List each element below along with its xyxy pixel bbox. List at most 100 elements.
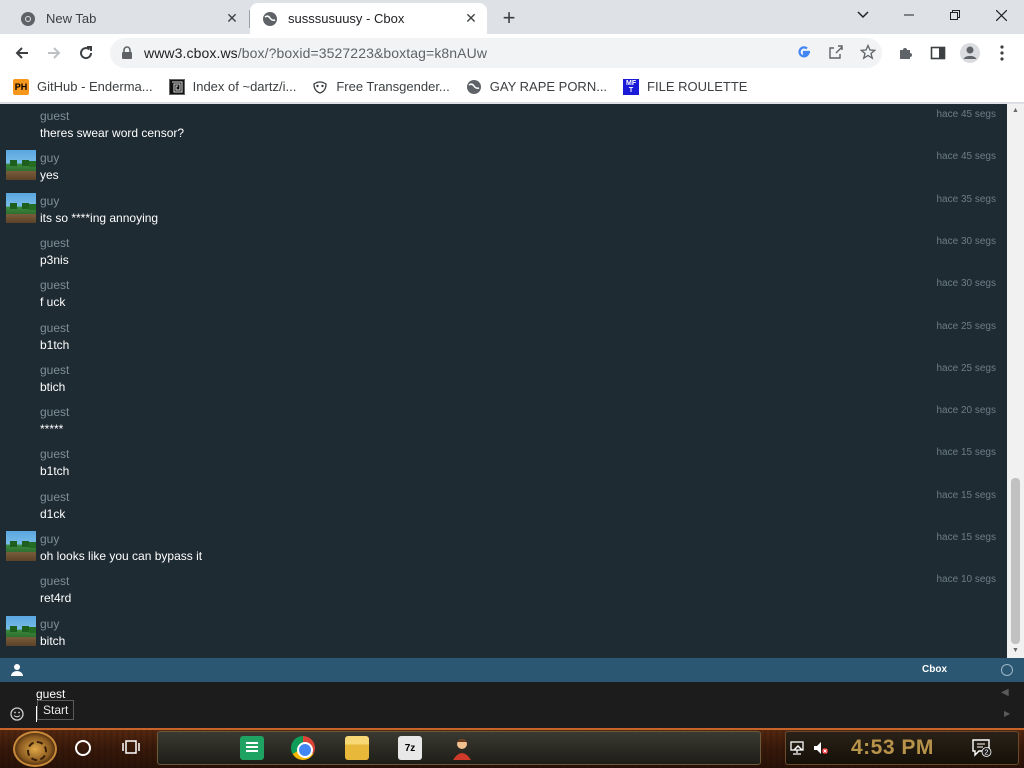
tab-title: susssusuusy - Cbox [288,11,405,26]
cbox-brand[interactable]: Cbox [922,664,947,675]
message-text: p3nis [40,252,69,267]
message-timestamp: hace 30 segs [936,278,997,290]
message-username[interactable]: guy [40,194,59,208]
chat-message: guest b1tch hace 25 segs [0,318,1006,360]
close-icon [995,9,1007,21]
message-username[interactable]: guest [40,447,69,461]
chat-message: guest ret4rd hace 10 segs [0,571,1006,613]
message-timestamp: hace 25 segs [936,320,997,332]
message-username[interactable]: guest [40,405,69,419]
bookmark-free[interactable]: Free Transgender... [312,79,450,95]
bookmark-index[interactable]: Index of ~dartz/i... [168,78,296,95]
message-username[interactable]: guest [40,363,69,377]
profile-button[interactable] [958,41,982,65]
task-view-icon[interactable] [122,738,140,756]
message-timestamp: hace 30 segs [936,235,997,247]
tab-search-button[interactable] [840,0,886,30]
chat-message: guest btich hace 25 segs [0,360,1006,402]
network-icon[interactable] [789,741,805,755]
tab-cbox[interactable]: susssusuusy - Cbox ✕ [250,3,487,34]
tab-title: New Tab [46,11,97,26]
google-icon[interactable] [796,44,812,60]
7zip-icon[interactable]: 7z [398,736,422,760]
bookmark-label: GitHub - Enderma... [37,79,153,94]
bookmark-label: FILE ROULETTE [647,79,748,94]
message-text: theres swear word censor? [40,126,185,140]
message-timestamp: hace 45 segs [936,151,997,163]
arrow-right-icon [48,47,61,59]
send-arrow-icon[interactable]: ▶ [1004,709,1010,718]
bookmark-github[interactable]: PH GitHub - Enderma... [13,78,153,95]
message-timestamp: hace 15 segs [936,447,997,459]
back-button[interactable] [8,39,36,67]
globe-icon [263,11,277,26]
message-input-area[interactable]: guest Start ◀ ▶ [0,682,1024,728]
minimize-button[interactable] [886,0,932,30]
message-text: b1tch [40,337,70,352]
sound-icon[interactable]: ◀ [1001,687,1013,699]
message-text: d1ck [40,506,66,521]
scroll-up-icon[interactable]: ▲ [1011,106,1020,114]
star-icon[interactable] [860,44,876,60]
message-timestamp: hace 35 segs [936,193,997,205]
bookmark-globe[interactable]: GAY RAPE PORN... [466,79,607,95]
url-text: www3.cbox.ws/box/?boxid=3527223&boxtag=k… [144,45,487,61]
chevron-down-icon [857,11,869,19]
side-panel-button[interactable] [926,41,950,65]
scrollbar[interactable]: ▲ ▼ [1007,104,1024,658]
message-text: ret4rd [40,591,72,606]
bookmark-file-roulette[interactable]: MF T FILE ROULETTE [623,78,748,95]
notification-icon[interactable]: 2 [972,739,992,757]
message-username[interactable]: guy [40,151,59,165]
extensions-button[interactable] [894,41,918,65]
user-app-icon[interactable] [450,736,474,760]
start-button[interactable] [13,731,57,767]
smiley-icon[interactable] [10,707,24,721]
window-close-button[interactable] [978,0,1024,30]
message-username[interactable]: guy [40,617,59,631]
scroll-thumb[interactable] [1011,478,1020,644]
message-username[interactable]: guest [40,321,69,335]
bookmark-label: GAY RAPE PORN... [489,79,608,94]
lock-icon[interactable] [120,46,134,60]
message-username[interactable]: guest [40,574,69,588]
user-icon[interactable] [10,663,24,677]
avatar[interactable] [6,192,36,223]
message-username[interactable]: guest [40,490,69,504]
message-text: oh looks like you can bypass it [40,549,203,563]
ph-icon: PH [13,78,29,95]
chrome-icon [21,11,35,26]
status-circle-icon[interactable] [1001,664,1013,676]
file-explorer-icon[interactable] [345,736,369,760]
chat-message: guy its so ****ing annoying hace 35 segs [0,191,1006,233]
message-username[interactable]: guest [40,236,69,250]
chat-message-list[interactable]: guest theres swear word censor? hace 45 se… [0,104,1024,658]
address-bar[interactable]: www3.cbox.ws/box/?boxid=3527223&boxtag=k… [110,38,882,68]
reload-button[interactable] [72,39,100,67]
message-username[interactable]: guy [40,532,59,546]
avatar[interactable] [6,615,36,646]
close-icon[interactable]: ✕ [222,9,242,29]
forward-button[interactable] [40,39,68,67]
menu-button[interactable] [990,41,1014,65]
chat-message: guy bitch [0,614,1006,656]
kebab-menu-icon [1000,45,1004,61]
chrome-icon[interactable] [291,736,315,760]
restore-button[interactable] [932,0,978,30]
google-sheets-icon[interactable] [240,736,264,760]
new-tab-button[interactable]: + [497,7,521,29]
volume-muted-icon[interactable] [813,741,829,755]
tab-new-tab[interactable]: New Tab ✕ [8,3,248,34]
message-username[interactable]: guest [40,278,69,292]
taskbar-clock[interactable]: 4:53 PM [851,736,934,760]
share-icon[interactable] [828,44,844,60]
chat-message: guest b1tch hace 15 segs [0,444,1006,486]
chat-message: guest p3nis hace 30 segs [0,233,1006,275]
scroll-down-icon[interactable]: ▼ [1011,646,1020,654]
avatar[interactable] [6,150,36,181]
cortana-icon[interactable] [75,740,91,756]
avatar[interactable] [6,531,36,561]
message-username[interactable]: guest [40,109,69,123]
close-icon[interactable]: ✕ [461,9,481,29]
name-field[interactable]: guest [36,687,65,701]
